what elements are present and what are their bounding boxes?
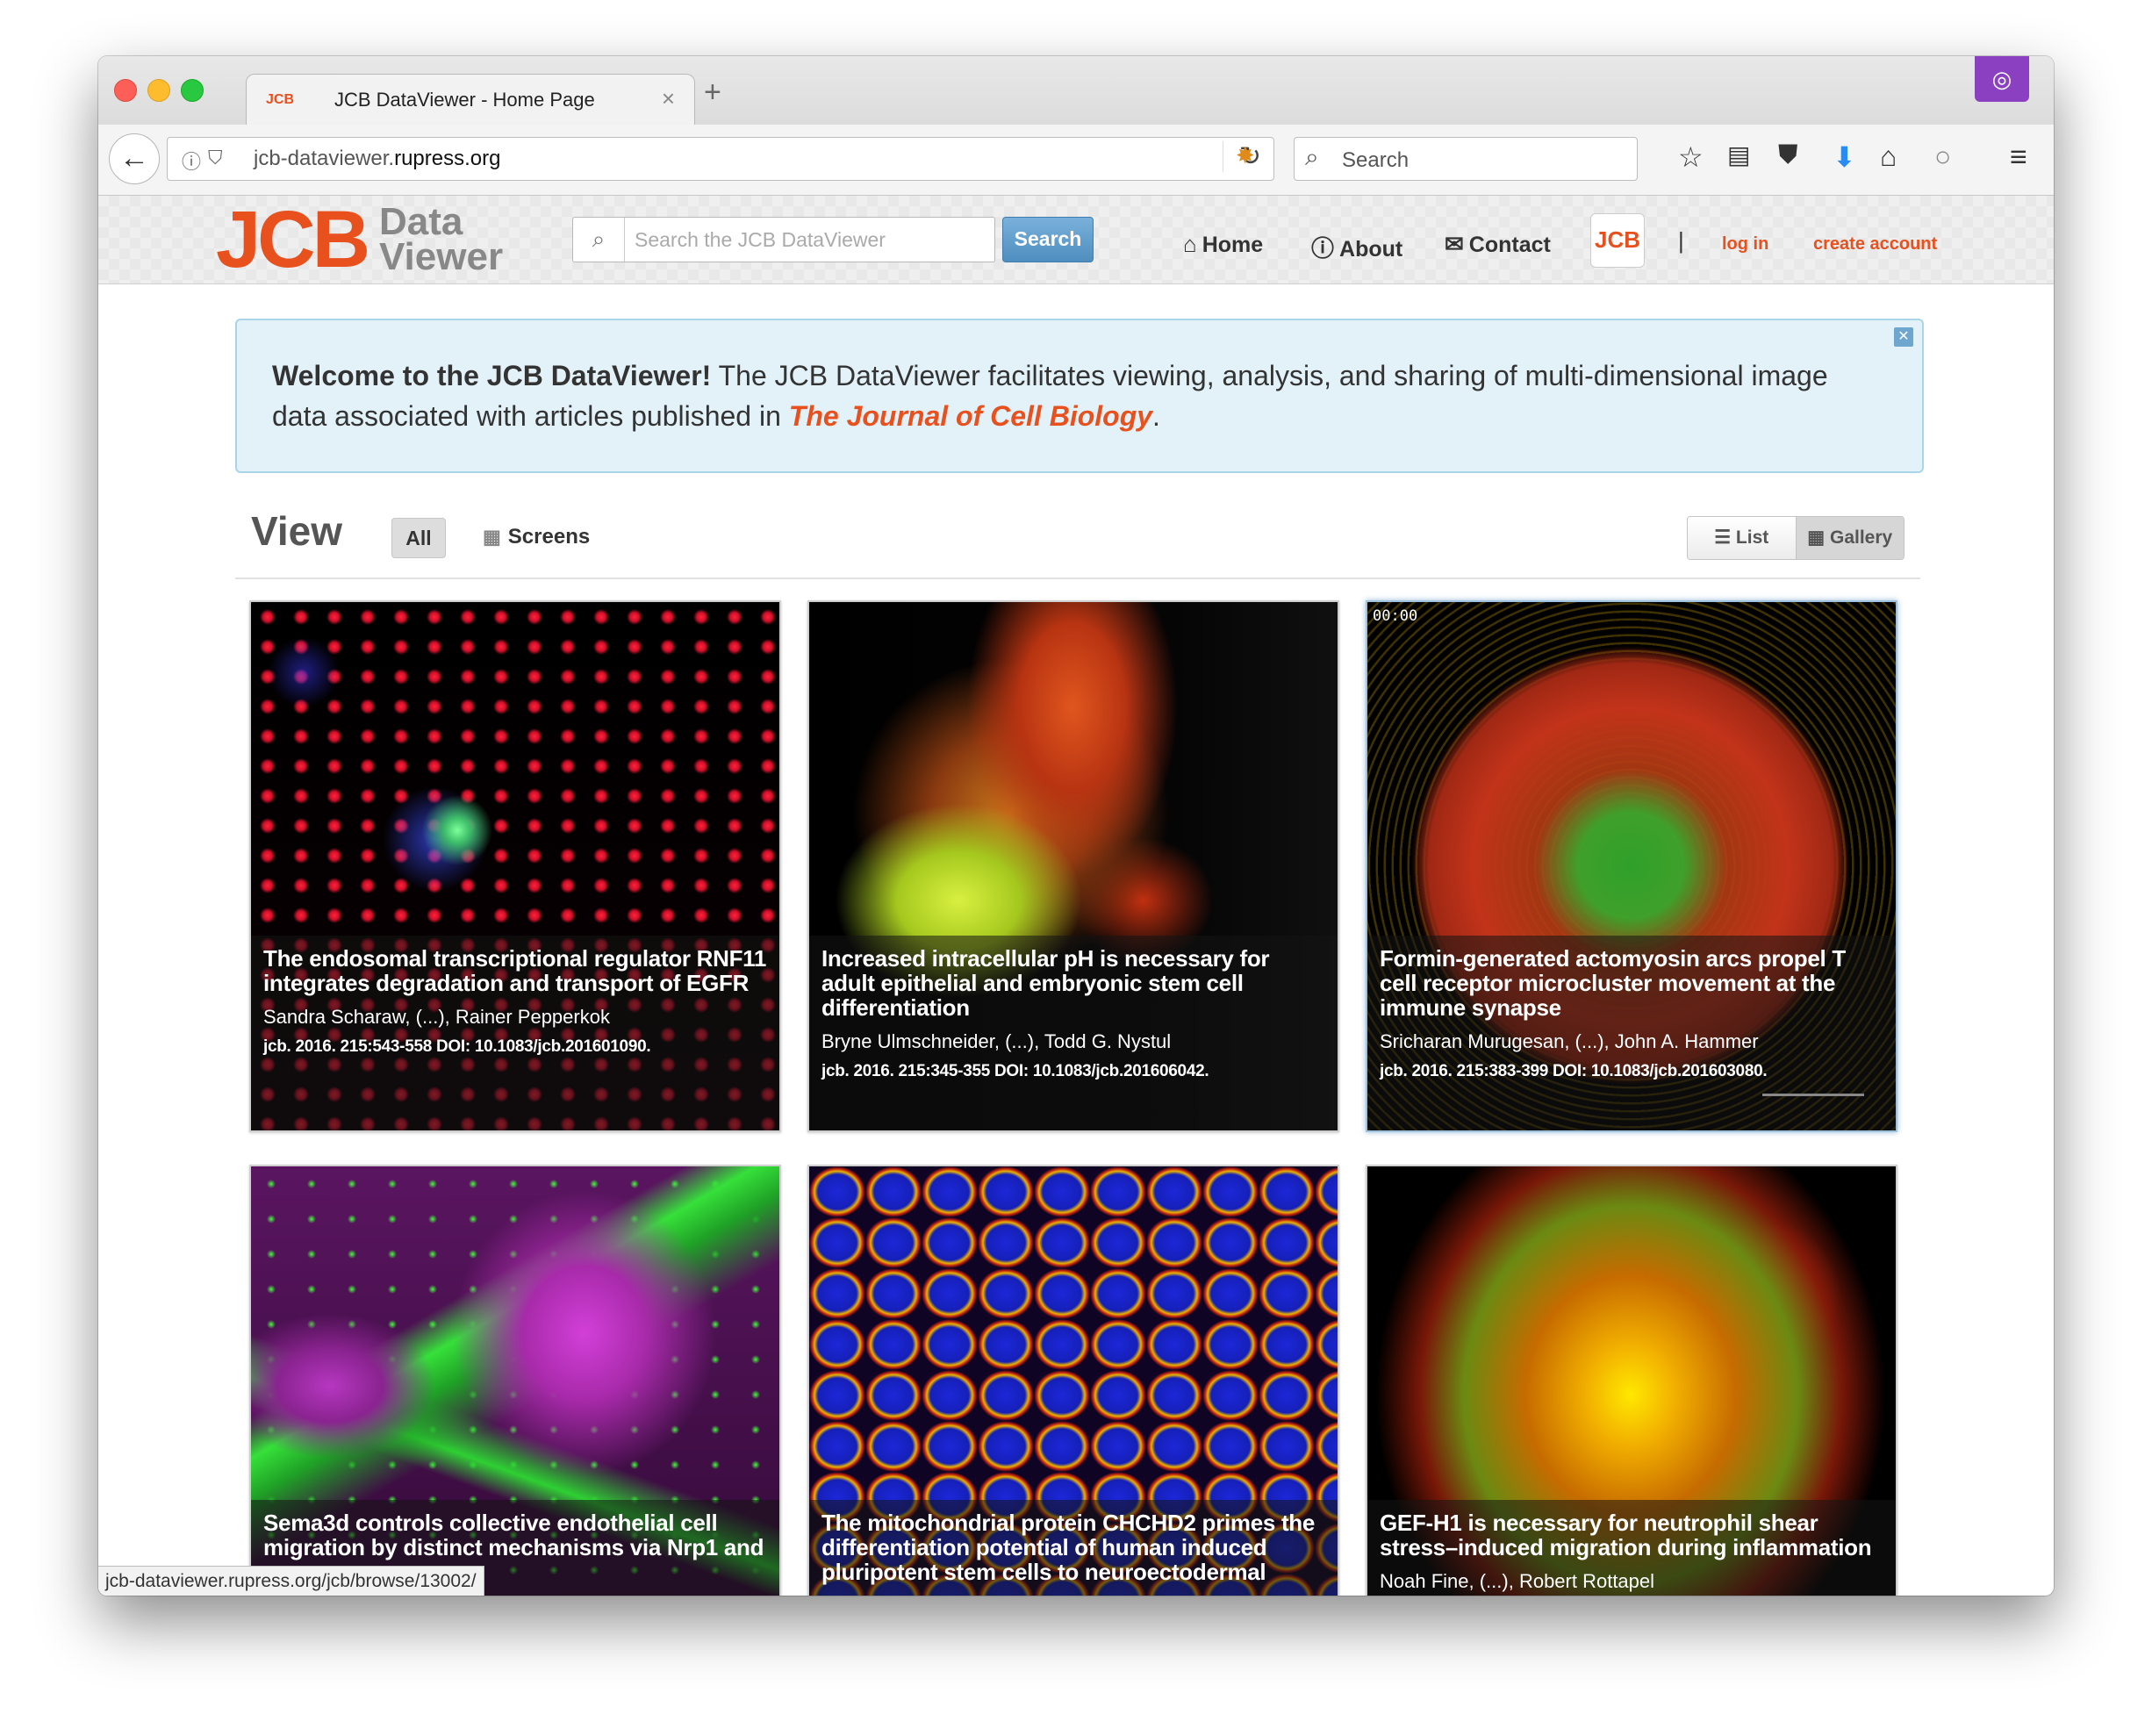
create-account-link[interactable]: create account [1813,234,1937,255]
dataset-card[interactable]: Sema3d controls collective endothelial c… [249,1165,781,1596]
tab-favicon: JCB [266,92,295,107]
card-caption: Increased intracellular pH is necessary … [809,936,1338,1130]
browser-window: JCB JCB DataViewer - Home Page × + ◎ ← ⓘ… [98,56,2054,1596]
close-tab-icon[interactable]: × [662,85,675,112]
nav-home-label: Home [1202,233,1264,257]
search-icon: ⌕ [573,218,625,262]
browser-search-placeholder: Search [1342,148,1410,172]
journal-link[interactable]: The Journal of Cell Biology [789,400,1152,432]
close-icon[interactable]: ✕ [1894,327,1913,347]
home-icon: ⌂ [1183,231,1197,257]
info-icon[interactable]: ⓘ [182,147,201,175]
card-caption: Formin-generated actomyosin arcs propel … [1367,936,1896,1130]
dataset-card[interactable]: The endosomal transcriptional regulator … [249,600,781,1132]
back-arrow-icon[interactable]: ← [109,133,160,184]
bookmark-star-icon[interactable]: ☆ [1678,140,1704,174]
gallery-view-button[interactable]: ▦ Gallery [1796,517,1904,559]
welcome-text: Welcome to the JCB DataViewer! The JCB D… [272,355,1869,436]
status-bar-url: jcb-dataviewer.rupress.org/jcb/browse/13… [98,1566,484,1596]
nav-about-label: About [1339,237,1403,262]
nav-separator: | [1678,227,1684,254]
login-link[interactable]: log in [1722,234,1768,255]
nav-home[interactable]: ⌂ Home [1183,231,1263,258]
dataset-card[interactable]: Increased intracellular pH is necessary … [807,600,1339,1132]
list-view-button[interactable]: ☰ List [1688,517,1797,559]
site-search-button[interactable]: Search [1002,217,1094,262]
close-window-button[interactable] [114,79,137,102]
view-mode-toggle: ☰ List ▦ Gallery [1687,516,1905,560]
minimize-window-button[interactable] [147,79,170,102]
browser-toolbar: ← ⓘ ⛉ jcb-dataviewer.rupress.org ↻ ✸ ⌕ S… [98,125,2054,196]
video-scrubber[interactable] [1762,1094,1864,1096]
card-reference: jcb. 2016. 215:543-558 DOI: 10.1083/jcb.… [263,1037,651,1056]
card-title[interactable]: Formin-generated actomyosin arcs propel … [1380,946,1883,1020]
shield-icon[interactable]: ⛉ [208,147,223,169]
new-tab-button[interactable]: + [704,75,721,110]
card-authors: Bryne Ulmschneider, (...), Todd G. Nystu… [821,1030,1172,1052]
dataset-card[interactable]: GEF-H1 is necessary for neutrophil shear… [1366,1165,1897,1596]
list-icon: ☰ [1714,527,1736,548]
logo-dataviewer: Data Viewer [379,200,504,278]
filter-screens-button[interactable]: ▦ Screens [483,525,590,549]
address-bar[interactable]: ⓘ ⛉ jcb-dataviewer.rupress.org ↻ [167,137,1274,181]
search-icon: ⌕ [1305,143,1319,170]
card-authors: Sandra Scharaw, (...), Rainer Pepperkok [263,1006,610,1028]
tab-strip: JCB JCB DataViewer - Home Page × + ◎ [98,56,2054,127]
chat-icon[interactable]: ○ [1934,140,1951,173]
dataset-card[interactable]: 00:00 Formin-generated actomyosin arcs p… [1366,600,1897,1132]
welcome-alert: Welcome to the JCB DataViewer! The JCB D… [235,319,1924,473]
zoom-window-button[interactable] [181,79,204,102]
gallery-icon: ▦ [1807,527,1830,548]
welcome-heading: Welcome to the JCB DataViewer! [272,360,712,391]
card-title[interactable]: The mitochondrial protein CHCHD2 primes … [821,1510,1325,1584]
menu-icon[interactable]: ≡ [2010,140,2027,175]
logo-jcb: JCB [216,196,370,284]
envelope-icon: ✉ [1445,231,1464,257]
info-icon: ⓘ [1311,235,1335,262]
nav-contact[interactable]: ✉ Contact [1445,231,1551,258]
tab-title: JCB DataViewer - Home Page [334,89,595,111]
home-icon[interactable]: ⌂ [1880,140,1897,173]
nav-contact-label: Contact [1468,233,1551,257]
card-title[interactable]: The endosomal transcriptional regulator … [263,946,767,995]
card-reference: jcb. 2016. 215:345-355 DOI: 10.1083/jcb.… [821,1062,1209,1080]
jcb-journal-button[interactable]: JCB [1590,213,1645,268]
list-label: List [1735,527,1769,548]
site-search-placeholder: Search the JCB DataViewer [635,228,886,251]
card-authors: Sricharan Murugesan, (...), John A. Hamm… [1380,1030,1759,1052]
card-caption: GEF-H1 is necessary for neutrophil shear… [1367,1500,1896,1596]
web-page: JCB Data Viewer ⌕ Search the JCB DataVie… [98,196,2054,1596]
view-title: View [251,508,342,554]
video-timestamp: 00:00 [1373,607,1418,625]
welcome-end: . [1152,400,1160,432]
gallery-label: Gallery [1829,527,1893,548]
card-title[interactable]: Sema3d controls collective endothelial c… [263,1510,767,1560]
grid-icon: ▦ [483,526,501,548]
url-text: jcb-dataviewer.rupress.org [254,147,500,171]
url-host: jcb-dataviewer. [254,147,395,170]
card-authors: Noah Fine, (...), Robert Rottapel [1380,1570,1655,1592]
filter-screens-label: Screens [507,525,591,549]
site-search-field[interactable]: ⌕ Search the JCB DataViewer [572,217,995,262]
url-domain: rupress.org [394,147,501,170]
dataset-card[interactable]: The mitochondrial protein CHCHD2 primes … [807,1165,1339,1596]
card-reference: jcb. 2016. 215:383-399 DOI: 10.1083/jcb.… [1380,1062,1768,1080]
reading-list-icon[interactable]: ▤ [1727,140,1750,169]
extension-icon[interactable]: ✸ [1236,142,1255,169]
browser-tab[interactable]: JCB JCB DataViewer - Home Page × [246,74,695,127]
download-icon[interactable]: ⬇ [1833,140,1856,174]
card-title[interactable]: Increased intracellular pH is necessary … [821,946,1325,1020]
browser-search-field[interactable]: ⌕ Search [1294,137,1638,181]
card-title[interactable]: GEF-H1 is necessary for neutrophil shear… [1380,1510,1883,1560]
filter-all-button[interactable]: All [391,518,446,558]
view-toolbar: View All ▦ Screens ☰ List ▦ Gallery [235,490,1920,579]
card-caption: The mitochondrial protein CHCHD2 primes … [809,1500,1338,1596]
mask-icon[interactable]: ◎ [1975,56,2029,102]
nav-about[interactable]: ⓘ About [1311,231,1402,263]
card-caption: The endosomal transcriptional regulator … [251,936,779,1130]
pocket-icon[interactable]: ⛊ [1778,140,1798,170]
site-header: JCB Data Viewer ⌕ Search the JCB DataVie… [98,196,2054,284]
